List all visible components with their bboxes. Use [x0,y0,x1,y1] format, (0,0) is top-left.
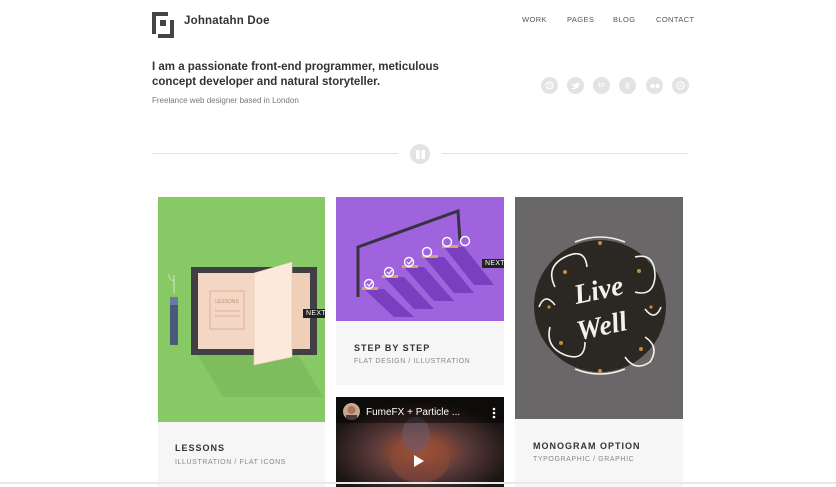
channel-avatar[interactable] [343,403,360,420]
portfolio-card-step-by-step[interactable]: NEXT STEP BY STEP FLAT DESIGN / ILLUSTRA… [336,197,504,385]
intro-headline: I am a passionate front-end programmer, … [152,60,452,90]
logo-mark[interactable] [152,12,174,38]
card-image-lessons[interactable]: LESSONS NEXT [158,197,325,422]
card-subtitle: TYPOGRAPHIC / GRAPHIC [533,456,635,463]
card-image-monogram[interactable]: Live Well [515,197,683,419]
stairs-illustration [356,208,494,317]
grid-icon[interactable] [410,144,430,164]
video-title[interactable]: FumeFX + Particle ... [366,407,460,418]
intro-headline-line-1: I am a passionate front-end programmer, … [152,61,439,73]
card-image-step-by-step[interactable]: NEXT [336,197,504,321]
nav-pages[interactable]: PAGES [567,15,594,24]
flickr-icon[interactable] [646,77,663,94]
card-title[interactable]: MONOGRAM OPTION [533,441,641,451]
video-player[interactable]: FumeFX + Particle ... [336,397,504,487]
card-title[interactable]: STEP BY STEP [354,343,430,353]
monogram-illustration: Live Well [534,236,666,375]
dribbble-icon[interactable] [541,77,558,94]
nav-work[interactable]: WORK [522,15,547,24]
twitter-icon[interactable] [567,77,584,94]
nav-contact[interactable]: CONTACT [656,15,695,24]
pinterest-icon[interactable] [672,77,689,94]
google-plus-icon[interactable]: g [619,77,636,94]
book-illustration: LESSONS [168,261,323,397]
next-tag: NEXT [303,309,325,318]
next-tag: NEXT [482,259,504,268]
portfolio-card-monogram[interactable]: Live Well MONOGRAM OPTION TYPOGRAPHIC / … [515,197,683,487]
card-title[interactable]: LESSONS [175,443,225,453]
section-divider-left [152,153,398,154]
card-subtitle: FLAT DESIGN / ILLUSTRATION [354,358,471,365]
card-subtitle: ILLUSTRATION / FLAT ICONS [175,459,287,466]
site-brand[interactable]: Johnatahn Doe [184,15,270,27]
portfolio-card-lessons[interactable]: LESSONS NEXT LESSONS ILLUSTRATION / FLAT… [158,197,325,487]
intro-subline: Freelance web designer based in London [152,96,299,105]
linkedin-icon[interactable]: in [593,77,610,94]
more-options-icon[interactable] [492,406,496,424]
intro-headline-line-2: concept developer and natural storytelle… [152,76,381,88]
book-cover-label: LESSONS [215,299,239,305]
play-icon[interactable] [413,454,425,472]
section-divider-right [442,153,688,154]
nav-blog[interactable]: BLOG [613,15,635,24]
